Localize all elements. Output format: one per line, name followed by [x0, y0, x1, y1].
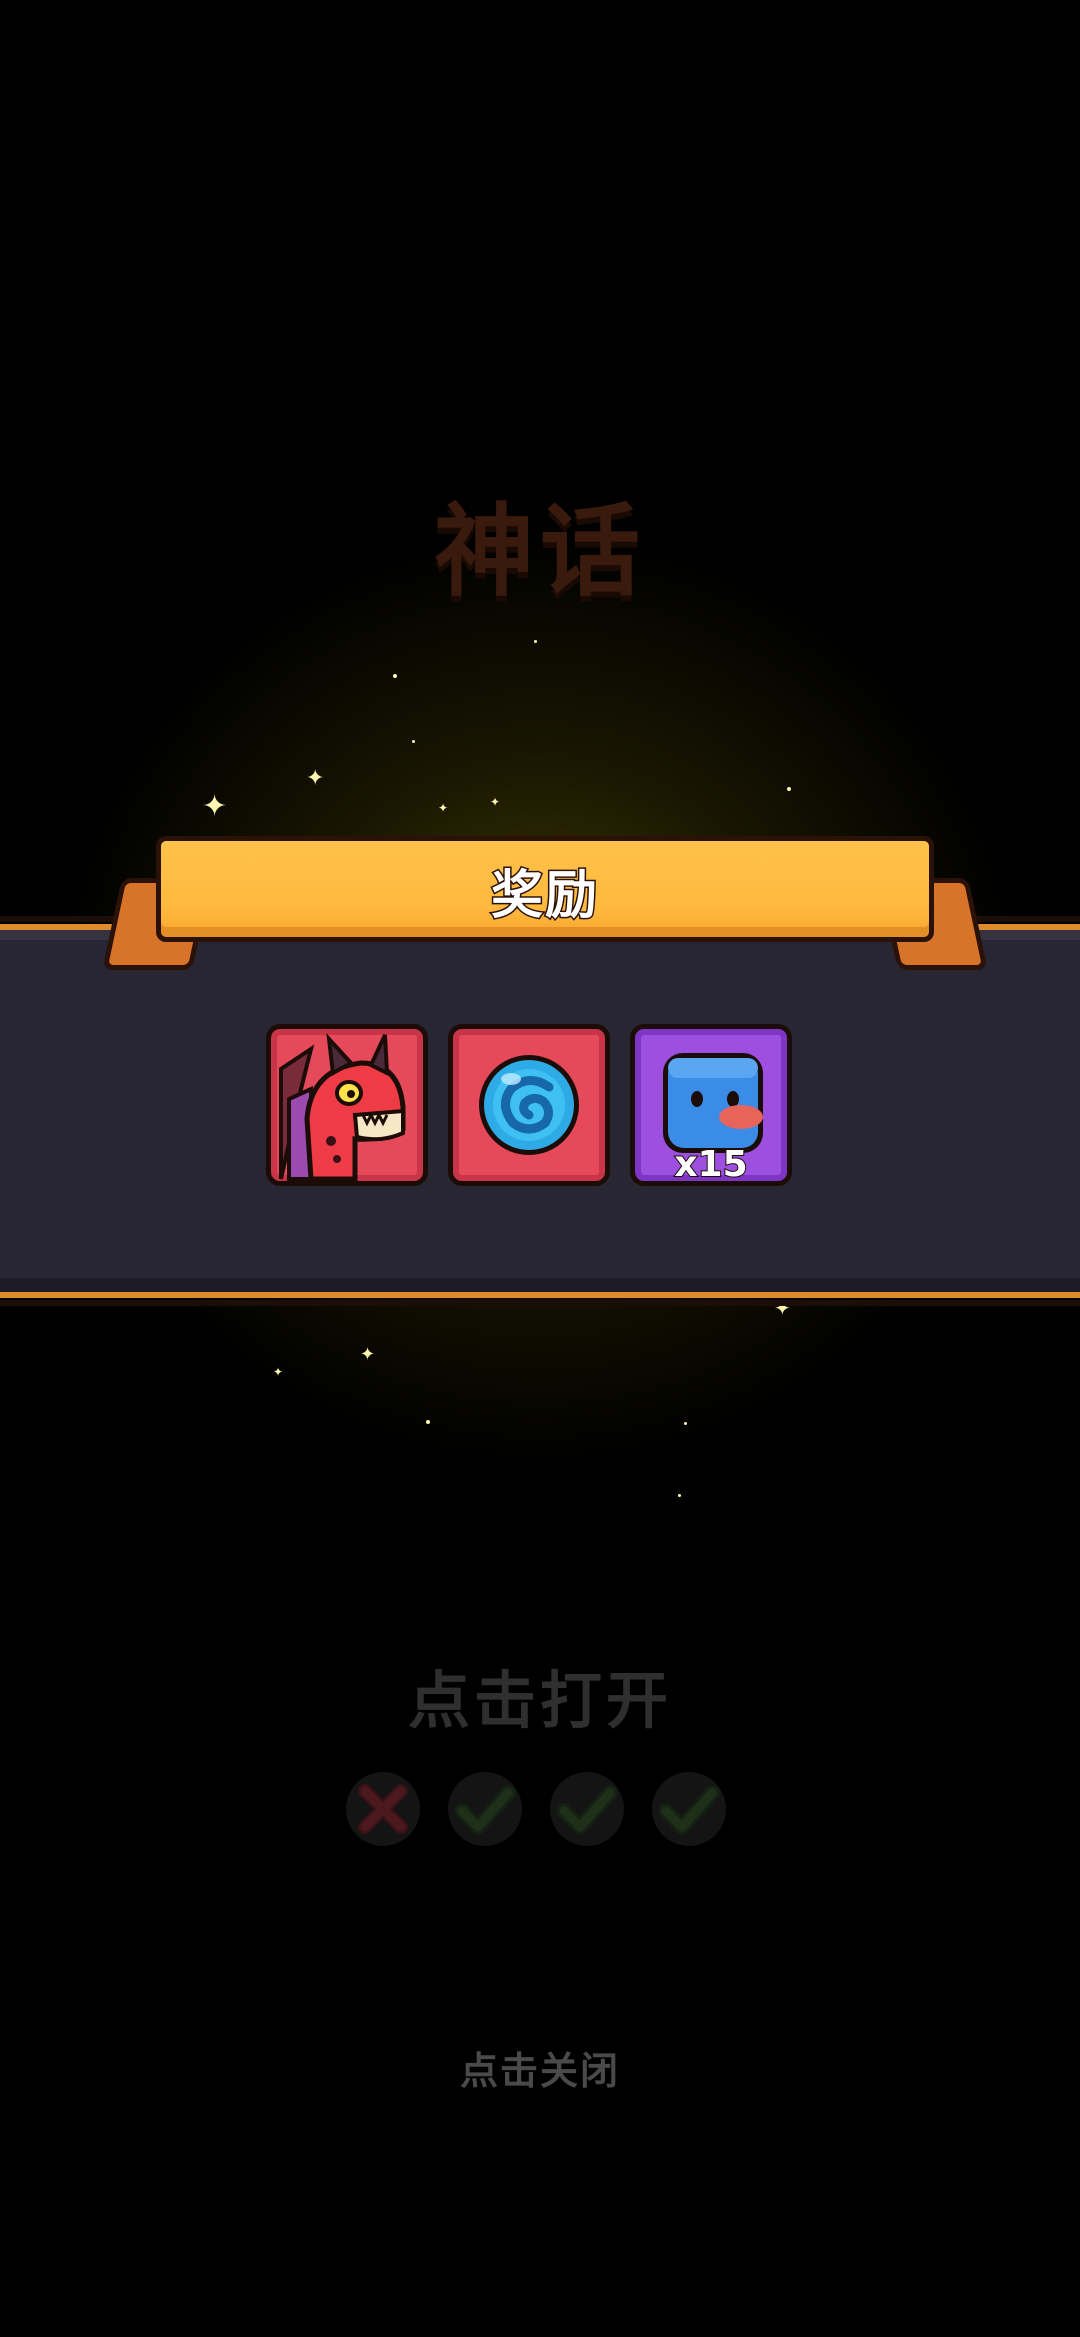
reward-item-hero[interactable] [266, 1024, 428, 1186]
tap-to-close-button[interactable]: 点击关闭 [0, 2040, 1080, 2095]
sparkle-icon [684, 1422, 687, 1425]
reward-item-orb[interactable] [448, 1024, 610, 1186]
check-icon [556, 1785, 618, 1835]
reward-screen[interactable]: 神话 ✦ ✦ ✦ ✦ ✦ ✦ ✦ 奖励 x15 点击打开 点击关闭 [0, 0, 1080, 2337]
blue-swirl-orb-icon [479, 1055, 579, 1155]
tap-to-open-text[interactable]: 点击打开 [0, 1650, 1080, 1740]
sparkle-icon: ✦ [202, 789, 228, 824]
sparkle-icon: ✦ [306, 766, 325, 791]
attempt-results [346, 1772, 726, 1846]
sparkle-icon [534, 640, 537, 643]
sparkle-icon [678, 1494, 681, 1497]
check-icon [658, 1785, 720, 1835]
sparkle-icon: ✦ [273, 1365, 284, 1379]
attempt-fail [346, 1772, 420, 1846]
reward-item-creature[interactable]: x15 [630, 1024, 792, 1186]
sparkle-icon [787, 787, 791, 791]
attempt-success [652, 1772, 726, 1846]
red-dragon-icon [279, 1033, 406, 1181]
reward-items: x15 [266, 1024, 792, 1186]
check-icon [454, 1785, 516, 1835]
reward-banner-title: 奖励 [489, 865, 599, 928]
reward-quantity: x15 [673, 1143, 748, 1185]
sparkle-icon: ✦ [360, 1344, 376, 1365]
sparkle-icon: ✦ [438, 801, 449, 815]
sparkle-icon [426, 1420, 430, 1424]
rarity-title: 神话 [434, 493, 646, 610]
attempt-success [448, 1772, 522, 1846]
reward-banner: 奖励 [156, 836, 934, 942]
sparkle-icon: ✦ [490, 795, 501, 809]
attempt-success [550, 1772, 624, 1846]
sparkle-icon [393, 674, 397, 678]
sparkle-icon [412, 740, 415, 743]
cross-icon [358, 1784, 408, 1834]
